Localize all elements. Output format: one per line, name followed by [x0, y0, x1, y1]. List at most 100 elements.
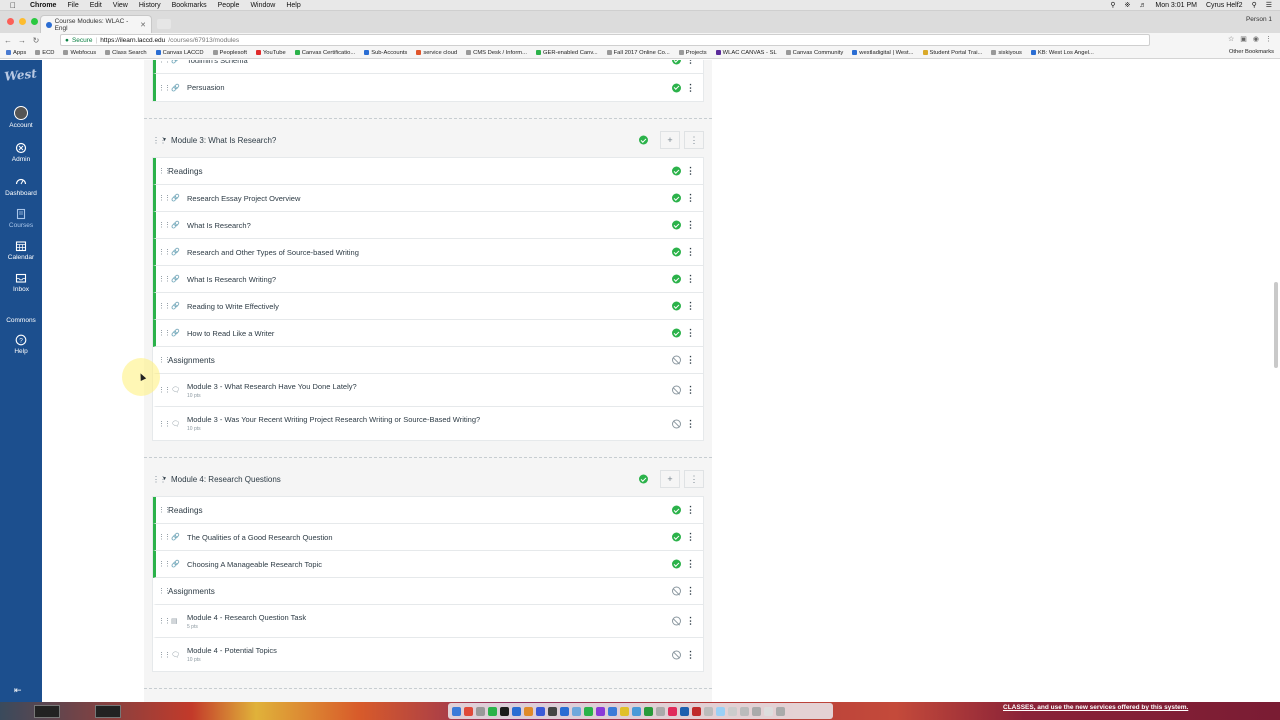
nav-account[interactable]: Account: [0, 106, 42, 129]
drag-handle-icon[interactable]: ⋮⋮: [158, 194, 171, 202]
item-settings-icon[interactable]: ⋮: [686, 385, 695, 395]
published-check-icon[interactable]: [672, 559, 681, 569]
scrollbar[interactable]: [1274, 282, 1278, 368]
bookmark-item[interactable]: YouTube: [255, 50, 286, 56]
module-item-row[interactable]: ⋮⋮ 🔗 Reading to Write Effectively ⋮: [153, 293, 703, 320]
module-item-row[interactable]: ⋮⋮ 🗨 Module 3 - Was Your Recent Writing Pr…: [153, 407, 703, 440]
forward-icon[interactable]: →: [16, 36, 28, 45]
bookmark-item[interactable]: Webfocus: [63, 50, 96, 56]
menu-window[interactable]: Window: [250, 2, 275, 9]
item-title-link[interactable]: Module 4 - Potential Topics: [187, 646, 277, 655]
nav-admin[interactable]: Admin: [0, 142, 42, 163]
item-title-link[interactable]: Module 3 - What Research Have You Done L…: [187, 382, 357, 391]
module-item-row[interactable]: ⋮⋮ 🔗 The Qualities of a Good Research Ques…: [153, 524, 703, 551]
menu-dots-icon[interactable]: ⋮: [1265, 35, 1272, 43]
item-title-link[interactable]: Research and Other Types of Source-based…: [187, 248, 359, 257]
item-settings-icon[interactable]: ⋮: [686, 505, 695, 515]
bookmark-item[interactable]: service cloud: [416, 50, 457, 56]
dock-app-icon[interactable]: [560, 706, 569, 716]
close-window-icon[interactable]: [7, 18, 14, 25]
module-subheader[interactable]: ⋮⋮ Assignments ⋮: [153, 347, 703, 374]
published-check-icon[interactable]: [639, 474, 648, 484]
item-settings-icon[interactable]: ⋮: [686, 220, 695, 230]
item-settings-icon[interactable]: ⋮: [686, 586, 695, 596]
item-title-link[interactable]: Module 3 - Was Your Recent Writing Proje…: [187, 415, 480, 424]
item-settings-icon[interactable]: ⋮: [686, 616, 695, 626]
college-logo[interactable]: West: [2, 66, 40, 92]
module-item-row[interactable]: ⋮⋮ 🔗 Research and Other Types of Source-ba…: [153, 239, 703, 266]
item-settings-icon[interactable]: ⋮: [686, 166, 695, 176]
dock-app-icon[interactable]: [632, 706, 641, 716]
module-header[interactable]: ⋮⋮ ▼ Module 3: What Is Research? + ⋮: [152, 129, 704, 151]
item-title-link[interactable]: The Qualities of a Good Research Questio…: [187, 533, 333, 542]
drag-handle-icon[interactable]: ⋮⋮: [158, 386, 171, 394]
item-settings-icon[interactable]: ⋮: [686, 328, 695, 338]
module-header[interactable]: ⋮⋮ ▼ Module 4: Research Questions + ⋮: [152, 468, 704, 490]
bookmark-item[interactable]: Class Search: [105, 50, 147, 56]
drag-handle-icon[interactable]: ⋮⋮: [158, 356, 171, 364]
zoom-window-icon[interactable]: [31, 18, 38, 25]
bookmark-star-icon[interactable]: ☆: [1228, 35, 1234, 43]
bookmark-item[interactable]: Projects: [678, 50, 707, 56]
menu-edit[interactable]: Edit: [90, 2, 102, 9]
dock-app-icon[interactable]: [620, 706, 629, 716]
dock-app-icon[interactable]: [572, 706, 581, 716]
bookmark-item[interactable]: GER-enabled Canv...: [535, 50, 598, 56]
bookmark-item[interactable]: Canvas LACCD: [155, 50, 204, 56]
nav-commons[interactable]: Commons: [0, 317, 42, 324]
dock-app-icon[interactable]: [500, 706, 509, 716]
item-title-link[interactable]: Persuasion: [187, 83, 225, 92]
notification-icon[interactable]: ☰: [1266, 1, 1272, 9]
item-title-link[interactable]: How to Read Like a Writer: [187, 329, 274, 338]
bookmark-item[interactable]: Student Portal Trai...: [922, 50, 982, 56]
dock-app-icon[interactable]: [488, 706, 497, 716]
item-title-link[interactable]: What Is Research?: [187, 221, 251, 230]
browser-tab[interactable]: Course Modules: WLAC - Engl ✕: [40, 15, 152, 33]
item-title-link[interactable]: Toulmin's Schema: [187, 60, 248, 65]
drag-handle-icon[interactable]: ⋮⋮: [158, 420, 171, 428]
back-icon[interactable]: ←: [2, 36, 14, 45]
dock-app-icon[interactable]: [752, 706, 761, 716]
published-check-icon[interactable]: [672, 274, 681, 284]
menu-history[interactable]: History: [139, 2, 161, 9]
dock-app-icon[interactable]: [584, 706, 593, 716]
item-settings-icon[interactable]: ⋮: [686, 193, 695, 203]
collapse-caret-icon[interactable]: ▼: [162, 137, 167, 143]
item-settings-icon[interactable]: ⋮: [686, 532, 695, 542]
published-check-icon[interactable]: [672, 166, 681, 176]
dock-app-icon[interactable]: [536, 706, 545, 716]
unpublished-icon[interactable]: [672, 419, 681, 428]
apple-icon[interactable]: : [6, 1, 20, 10]
drag-handle-icon[interactable]: ⋮⋮: [158, 533, 171, 541]
module-settings-icon[interactable]: ⋮: [684, 470, 704, 488]
profile-button[interactable]: Person 1: [1246, 16, 1272, 23]
module-subheader[interactable]: ⋮⋮ Readings ⋮: [153, 158, 703, 185]
drag-handle-icon[interactable]: ⋮⋮: [158, 560, 171, 568]
menubar-user[interactable]: Cyrus Helf2: [1206, 2, 1243, 9]
item-settings-icon[interactable]: ⋮: [686, 559, 695, 569]
menu-people[interactable]: People: [218, 2, 240, 9]
dock-app-icon[interactable]: [548, 706, 557, 716]
dock-app-icon[interactable]: [656, 706, 665, 716]
module-subheader[interactable]: ⋮⋮ Readings ⋮: [153, 497, 703, 524]
published-check-icon[interactable]: [672, 328, 681, 338]
drag-handle-icon[interactable]: ⋮⋮: [158, 221, 171, 229]
module-item-row[interactable]: ⋮⋮ 🔗 What Is Research? ⋮: [153, 212, 703, 239]
drag-handle-icon[interactable]: ⋮⋮: [158, 617, 171, 625]
drag-handle-icon[interactable]: ⋮⋮: [158, 248, 171, 256]
bluetooth-icon[interactable]: ※: [1124, 1, 1130, 9]
item-title-link[interactable]: Choosing A Manageable Research Topic: [187, 560, 322, 569]
dock-app-icon[interactable]: [776, 706, 785, 716]
menu-help[interactable]: Help: [286, 2, 300, 9]
dock-app-icon[interactable]: [692, 706, 701, 716]
bookmark-item[interactable]: ECD: [35, 50, 54, 56]
published-check-icon[interactable]: [672, 247, 681, 257]
close-tab-icon[interactable]: ✕: [140, 21, 146, 29]
module-item-row[interactable]: ⋮⋮🔗 Toulmin's Schema ⋮: [153, 60, 703, 74]
address-bar[interactable]: ● Secure | https://ilearn.laccd.edu/cour…: [60, 34, 1150, 46]
dock-app-icon[interactable]: [608, 706, 617, 716]
bookmark-item[interactable]: westladigital | West...: [852, 50, 914, 56]
module-item-row[interactable]: ⋮⋮ 🔗 Persuasion ⋮: [153, 74, 703, 101]
item-settings-icon[interactable]: ⋮: [686, 650, 695, 659]
module-item-row[interactable]: ⋮⋮ 🔗 How to Read Like a Writer ⋮: [153, 320, 703, 347]
